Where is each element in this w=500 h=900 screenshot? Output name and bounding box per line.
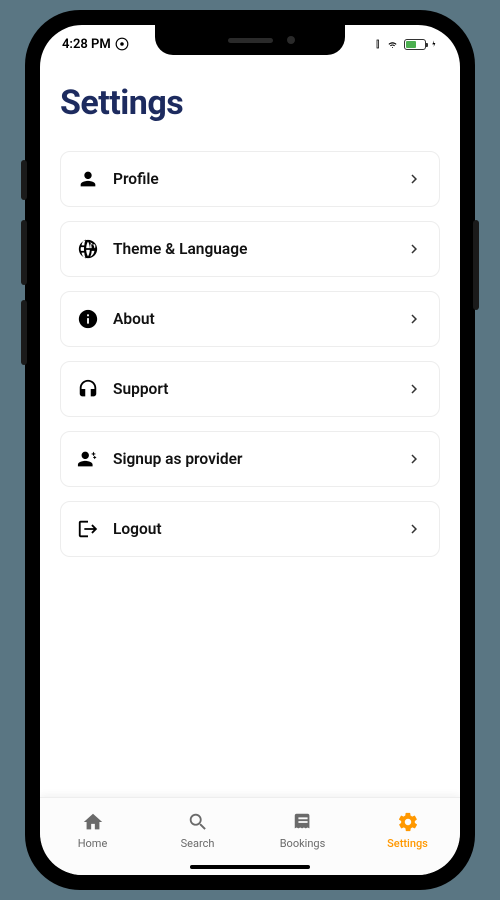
search-icon [187, 811, 209, 833]
screen: 4:28 PM Settings [40, 25, 460, 875]
settings-item-label: Logout [113, 520, 391, 538]
settings-list: Profile Theme & Language [60, 151, 440, 557]
home-icon [82, 811, 104, 833]
nav-item-home[interactable]: Home [40, 798, 145, 863]
notch [155, 25, 345, 55]
settings-item-profile[interactable]: Profile [60, 151, 440, 207]
nav-item-settings[interactable]: Settings [355, 798, 460, 863]
device-button [21, 220, 27, 285]
settings-item-signup-provider[interactable]: Signup as provider [60, 431, 440, 487]
person-icon [77, 168, 99, 190]
nav-item-search[interactable]: Search [145, 798, 250, 863]
home-indicator[interactable] [190, 865, 310, 869]
nav-item-bookings[interactable]: Bookings [250, 798, 355, 863]
headset-icon [77, 378, 99, 400]
bottom-nav: Home Search Bookings Settings [40, 797, 460, 875]
status-right [367, 38, 438, 50]
chevron-right-icon [405, 380, 423, 398]
nav-item-label: Bookings [280, 837, 326, 850]
charging-icon [430, 38, 438, 50]
settings-item-about[interactable]: About [60, 291, 440, 347]
page-title: Settings [60, 83, 440, 123]
settings-item-support[interactable]: Support [60, 361, 440, 417]
globe-icon [77, 238, 99, 260]
chevron-right-icon [405, 310, 423, 328]
status-extra-icon [115, 37, 129, 51]
nav-item-label: Search [181, 837, 215, 850]
device-frame: 4:28 PM Settings [25, 10, 475, 890]
settings-item-label: Support [113, 380, 391, 398]
settings-item-label: Theme & Language [113, 240, 391, 258]
status-time: 4:28 PM [62, 37, 111, 52]
settings-item-theme-language[interactable]: Theme & Language [60, 221, 440, 277]
device-button [21, 300, 27, 365]
gear-icon [397, 811, 419, 833]
settings-item-label: Signup as provider [113, 450, 391, 468]
device-button [473, 220, 479, 310]
signal-icon [367, 38, 381, 50]
bookings-icon [292, 811, 314, 833]
settings-item-label: Profile [113, 170, 391, 188]
wifi-icon [385, 38, 400, 50]
settings-item-label: About [113, 310, 391, 328]
settings-item-logout[interactable]: Logout [60, 501, 440, 557]
chevron-right-icon [405, 450, 423, 468]
nav-item-label: Home [78, 837, 108, 850]
chevron-right-icon [405, 240, 423, 258]
device-button [21, 160, 27, 200]
chevron-right-icon [405, 520, 423, 538]
info-icon [77, 308, 99, 330]
status-left: 4:28 PM [62, 37, 129, 52]
provider-icon [77, 448, 99, 470]
chevron-right-icon [405, 170, 423, 188]
content: Settings Profile Theme & Language [40, 63, 460, 797]
logout-icon [77, 518, 99, 540]
nav-item-label: Settings [387, 837, 428, 850]
battery-icon [404, 39, 426, 50]
